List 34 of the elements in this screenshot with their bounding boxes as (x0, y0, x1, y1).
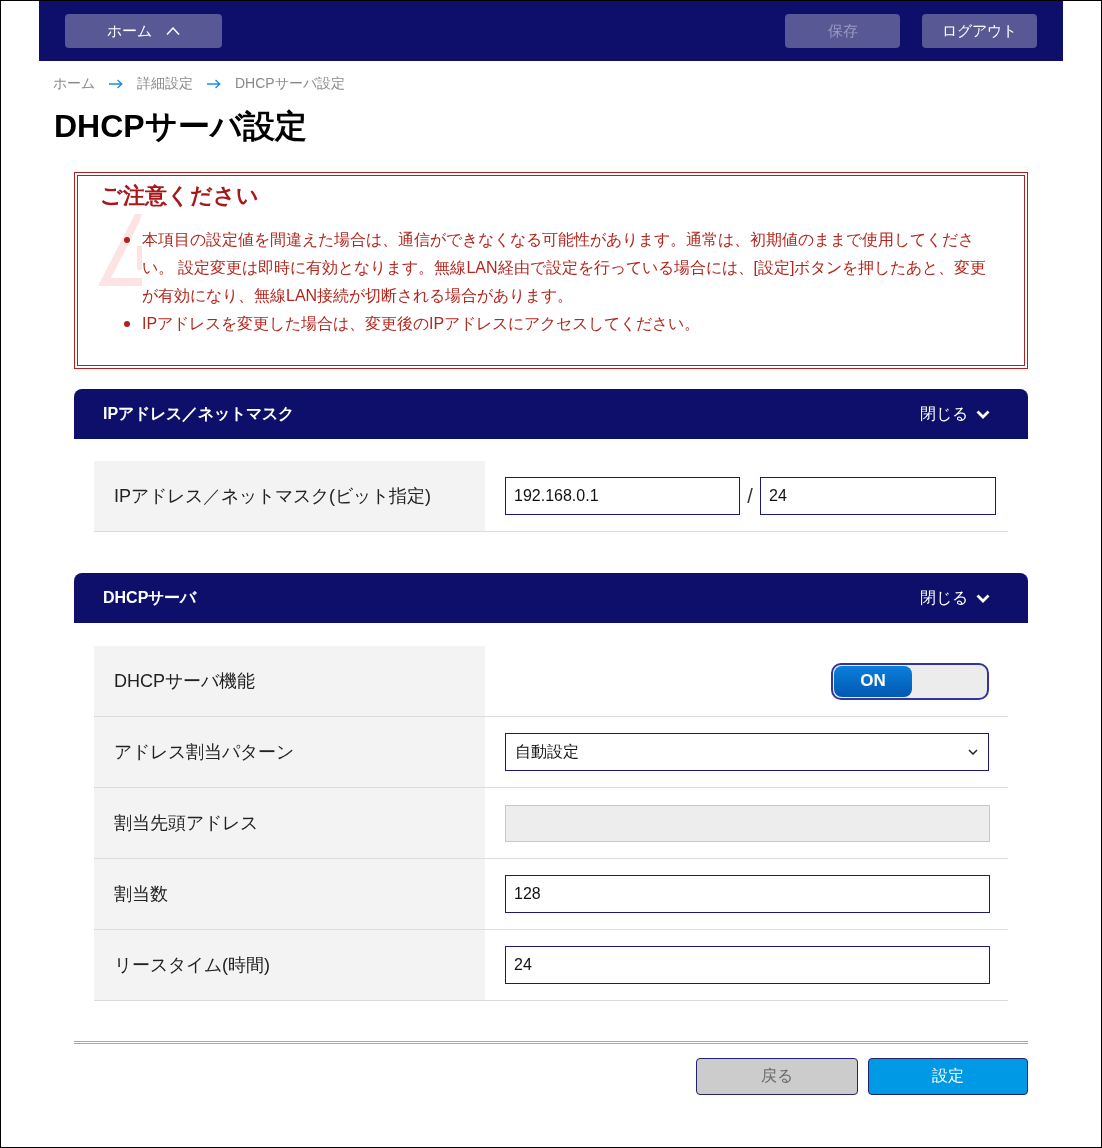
chevron-up-icon (166, 27, 180, 35)
arrow-right-icon (207, 79, 221, 89)
breadcrumb-link[interactable]: ホーム (53, 75, 95, 93)
field-label: アドレス割当パターン (94, 717, 485, 787)
breadcrumb-current: DHCPサーバ設定 (235, 75, 345, 93)
arrow-right-icon (109, 79, 123, 89)
chevron-down-icon (968, 749, 978, 755)
text-field[interactable]: 24 (505, 946, 990, 984)
notice-title: ご注意ください (99, 182, 260, 210)
field-label: 割当先頭アドレス (94, 788, 485, 858)
notice-text: 本項目の設定値を間違えた場合は、通信ができなくなる可能性があります。通常は、初期値のままで使用してください。 設定変更は即時に有効となります。無線LAN経由で設定を行っている場合には、[設定]ボタンを押したあと、変更が有効になり、無線LAN接続が切断される場合があります。 (142, 230, 988, 306)
field-label: リースタイム(時間) (94, 930, 485, 1000)
notice-text: IPアドレスを変更した場合は、変更後のIPアドレスにアクセスしてください。 (142, 314, 701, 334)
netmask-field[interactable]: 24 (760, 477, 996, 515)
field-label: DHCPサーバ機能 (94, 646, 485, 716)
chevron-down-icon (976, 593, 990, 603)
chevron-down-icon (976, 409, 990, 419)
separator-text: / (746, 484, 754, 508)
section-title: IPアドレス／ネットマスク (103, 403, 295, 424)
bullet-icon (124, 321, 130, 327)
field-label: 割当数 (94, 859, 485, 929)
section-title: DHCPサーバ (103, 587, 197, 608)
text-field[interactable]: 128 (505, 875, 990, 913)
logout-button[interactable]: ログアウト (922, 14, 1037, 48)
page-title: DHCPサーバ設定 (54, 107, 308, 146)
toggle-switch[interactable]: ON (831, 662, 989, 700)
bullet-icon (124, 237, 130, 243)
select-field[interactable]: 自動設定 (505, 733, 989, 771)
field-label: IPアドレス／ネットマスク(ビット指定) (94, 461, 485, 531)
home-menu-button[interactable]: ホーム (65, 14, 222, 48)
ip-address-field[interactable]: 192.168.0.1 (505, 477, 740, 515)
breadcrumb-link[interactable]: 詳細設定 (137, 75, 193, 93)
collapse-toggle[interactable]: 閉じる (920, 587, 990, 609)
collapse-toggle[interactable]: 閉じる (920, 403, 990, 425)
